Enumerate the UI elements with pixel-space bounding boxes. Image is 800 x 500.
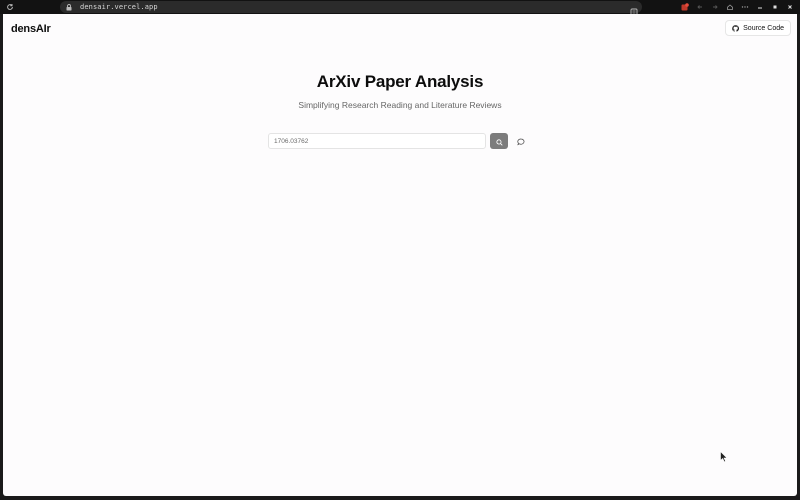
browser-controls (681, 1, 794, 13)
mouse-cursor-icon (720, 450, 728, 463)
back-icon[interactable] (696, 3, 704, 11)
maximize-icon[interactable] (771, 3, 779, 11)
lock-icon (65, 3, 73, 11)
close-icon[interactable] (786, 3, 794, 11)
page-subtitle: Simplifying Research Reading and Literat… (298, 100, 502, 110)
address-url[interactable]: densair.vercel.app (80, 3, 158, 11)
github-icon (732, 24, 740, 32)
reader-icon[interactable] (630, 3, 638, 16)
reload-icon[interactable] (5, 2, 15, 12)
source-code-label: Source Code (743, 24, 784, 32)
source-code-button[interactable]: Source Code (725, 20, 791, 36)
minimize-icon[interactable] (756, 3, 764, 11)
address-bar[interactable]: densair.vercel.app (60, 1, 642, 16)
search-bar (268, 133, 530, 149)
extension-icon[interactable] (681, 3, 689, 11)
page-title: ArXiv Paper Analysis (316, 72, 484, 91)
browser-toolbar: densair.vercel.app (0, 0, 800, 16)
forward-icon[interactable] (711, 3, 719, 11)
brand-logo[interactable]: densAIr (11, 23, 51, 35)
search-icon (495, 134, 503, 149)
menu-icon[interactable] (741, 3, 749, 11)
arxiv-id-input[interactable] (268, 133, 486, 149)
chat-button[interactable] (512, 133, 530, 149)
home-icon[interactable] (726, 3, 734, 11)
search-button[interactable] (490, 133, 508, 149)
chat-icon (517, 134, 525, 149)
page-viewport: densAIr Source Code ArXiv Paper Analysis… (3, 14, 797, 496)
